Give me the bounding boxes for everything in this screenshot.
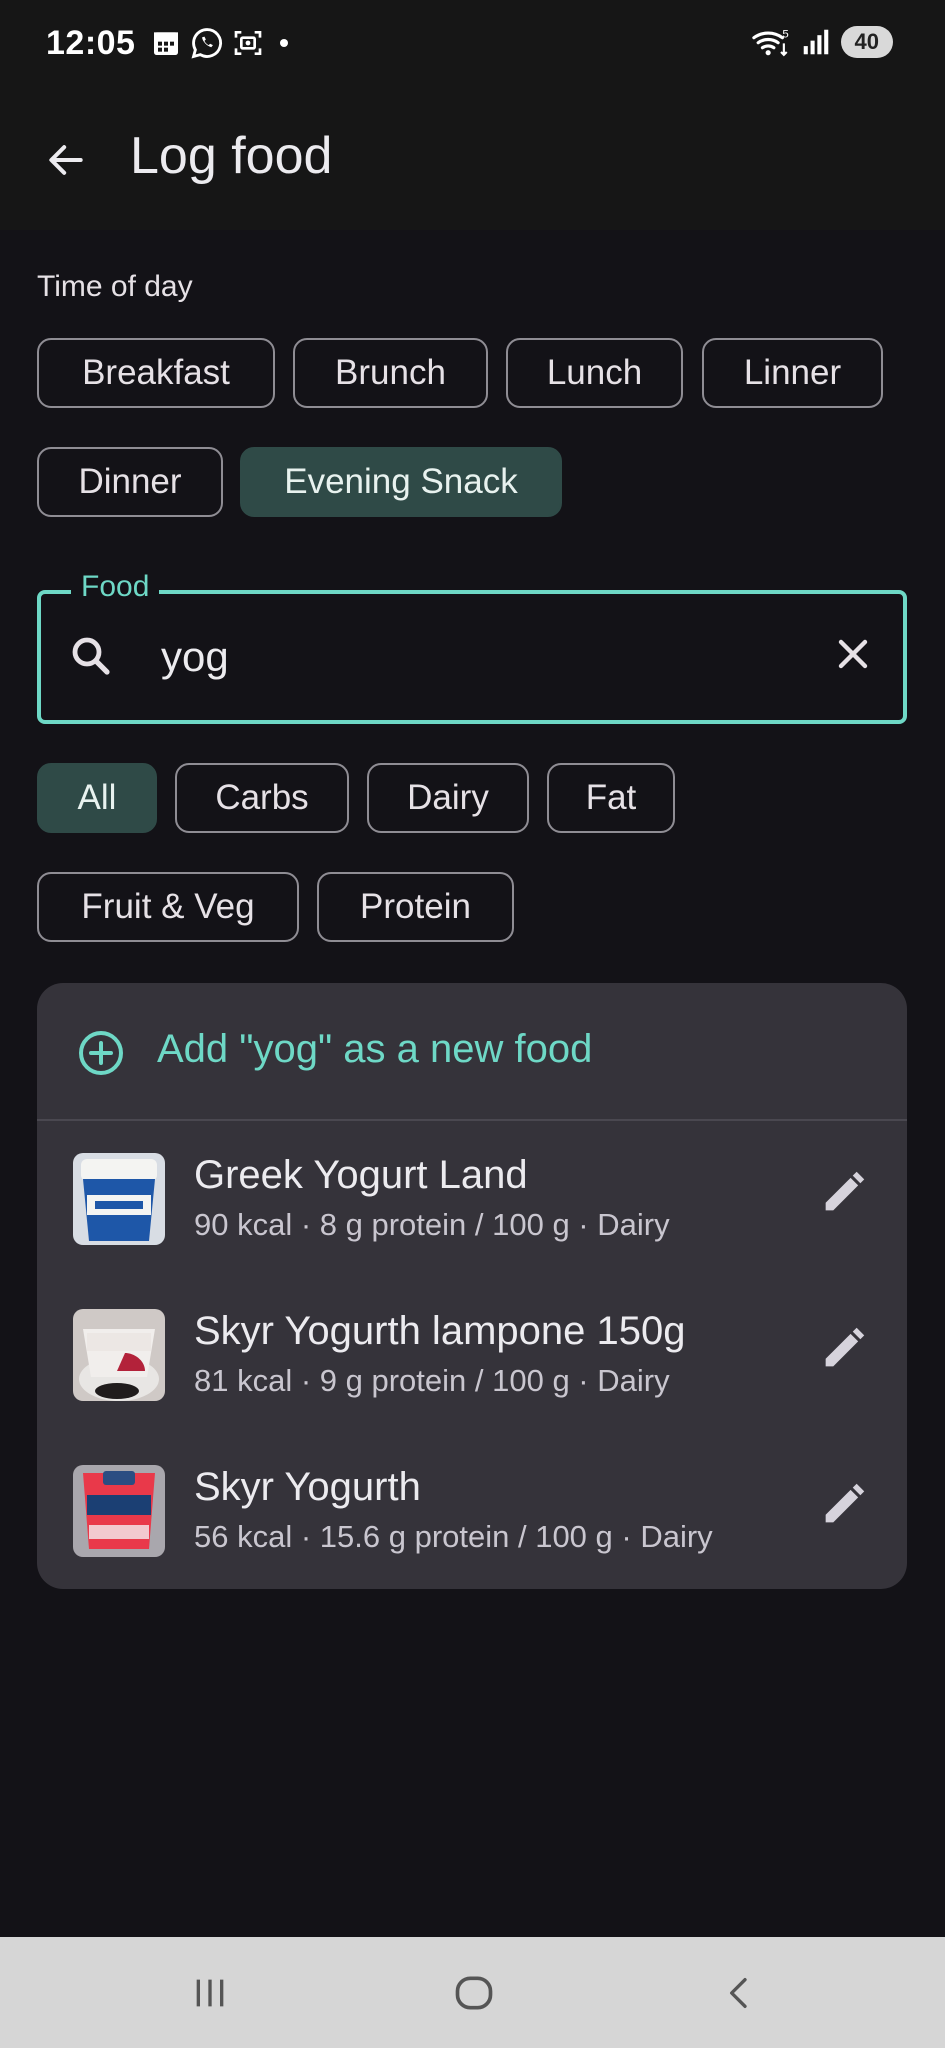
list-item[interactable]: Skyr Yogurth lampone 150g 81 kcal · 9 g … bbox=[37, 1277, 907, 1433]
list-item[interactable]: Skyr Yogurth 56 kcal · 15.6 g protein / … bbox=[37, 1433, 907, 1589]
calendar-icon bbox=[154, 32, 178, 55]
chip-label: Dairy bbox=[407, 778, 489, 817]
chip-all[interactable]: All bbox=[37, 763, 157, 833]
recent-apps-icon bbox=[196, 1979, 224, 2007]
home-button[interactable] bbox=[444, 1965, 504, 2021]
chip-lunch[interactable]: Lunch bbox=[506, 338, 683, 408]
food-thumbnail bbox=[73, 1153, 165, 1245]
arrow-back-icon bbox=[49, 145, 83, 175]
chip-label: Evening Snack bbox=[284, 462, 518, 501]
food-thumbnail bbox=[73, 1309, 165, 1401]
add-new-food-button[interactable]: Add "yog" as a new food bbox=[37, 983, 907, 1119]
food-details: 56 kcal · 15.6 g protein / 100 g · Dairy bbox=[194, 1519, 713, 1554]
chip-carbs[interactable]: Carbs bbox=[175, 763, 349, 833]
chip-protein[interactable]: Protein bbox=[317, 872, 514, 942]
recent-apps-button[interactable] bbox=[180, 1965, 240, 2021]
results-card: Add "yog" as a new food Greek Yogurt Lan… bbox=[37, 983, 907, 1589]
clear-icon[interactable] bbox=[829, 630, 877, 678]
food-name: Skyr Yogurth bbox=[194, 1465, 421, 1509]
chip-label: Breakfast bbox=[82, 353, 230, 392]
add-new-food-label: Add "yog" as a new food bbox=[157, 1027, 593, 1071]
search-icon bbox=[72, 637, 110, 675]
chip-evening-snack[interactable]: Evening Snack bbox=[240, 447, 562, 517]
back-nav-button[interactable] bbox=[710, 1965, 770, 2021]
dot-icon bbox=[280, 39, 288, 47]
chip-label: Protein bbox=[360, 887, 471, 926]
chip-dinner[interactable]: Dinner bbox=[37, 447, 223, 517]
food-name: Skyr Yogurth lampone 150g bbox=[194, 1309, 686, 1353]
back-button[interactable] bbox=[38, 132, 94, 188]
chip-label: Dinner bbox=[78, 462, 182, 501]
chip-linner[interactable]: Linner bbox=[702, 338, 883, 408]
food-details: 90 kcal · 8 g protein / 100 g · Dairy bbox=[194, 1207, 670, 1242]
food-field-label: Food bbox=[71, 570, 160, 604]
status-time: 12:05 bbox=[46, 24, 136, 62]
time-of-day-label: Time of day bbox=[37, 270, 193, 303]
chip-fruit-veg[interactable]: Fruit & Veg bbox=[37, 872, 299, 942]
chip-label: All bbox=[77, 778, 117, 817]
edit-icon[interactable] bbox=[817, 1479, 869, 1531]
battery-indicator: 40 bbox=[840, 26, 893, 58]
chip-label: Carbs bbox=[215, 778, 309, 817]
food-name: Greek Yogurt Land bbox=[194, 1153, 528, 1197]
chip-label: Fruit & Veg bbox=[81, 887, 255, 926]
signal-icon bbox=[803, 29, 828, 55]
food-thumbnail bbox=[73, 1465, 165, 1557]
food-details: 81 kcal · 9 g protein / 100 g · Dairy bbox=[194, 1363, 670, 1398]
app-bar: Log food bbox=[0, 90, 945, 230]
whatsapp-icon bbox=[191, 28, 222, 59]
chip-label: Linner bbox=[743, 353, 842, 392]
page-title: Log food bbox=[130, 127, 333, 185]
edit-icon[interactable] bbox=[817, 1323, 869, 1375]
screenshot-icon bbox=[234, 31, 262, 55]
chip-label: Brunch bbox=[335, 353, 446, 392]
edit-icon[interactable] bbox=[817, 1167, 869, 1219]
svg-text:5: 5 bbox=[782, 29, 788, 41]
chip-label: Lunch bbox=[546, 353, 643, 392]
chip-breakfast[interactable]: Breakfast bbox=[37, 338, 275, 408]
list-item[interactable]: Greek Yogurt Land 90 kcal · 8 g protein … bbox=[37, 1121, 907, 1277]
add-circle-icon bbox=[79, 1031, 123, 1075]
chip-label: Fat bbox=[585, 778, 637, 817]
food-search-input[interactable] bbox=[159, 630, 763, 684]
wifi-icon: 5 bbox=[751, 29, 788, 57]
home-icon bbox=[455, 1976, 493, 2010]
chip-fat[interactable]: Fat bbox=[547, 763, 675, 833]
chip-dairy[interactable]: Dairy bbox=[367, 763, 529, 833]
chip-brunch[interactable]: Brunch bbox=[293, 338, 488, 408]
status-system-icons: 5 40 bbox=[751, 26, 893, 58]
back-nav-icon bbox=[730, 1978, 747, 2008]
system-navigation-bar bbox=[0, 1937, 945, 2048]
status-bar: 12:05 5 40 bbox=[0, 0, 945, 90]
food-search-field[interactable]: Food bbox=[37, 570, 907, 724]
status-notification-icons bbox=[150, 26, 296, 60]
